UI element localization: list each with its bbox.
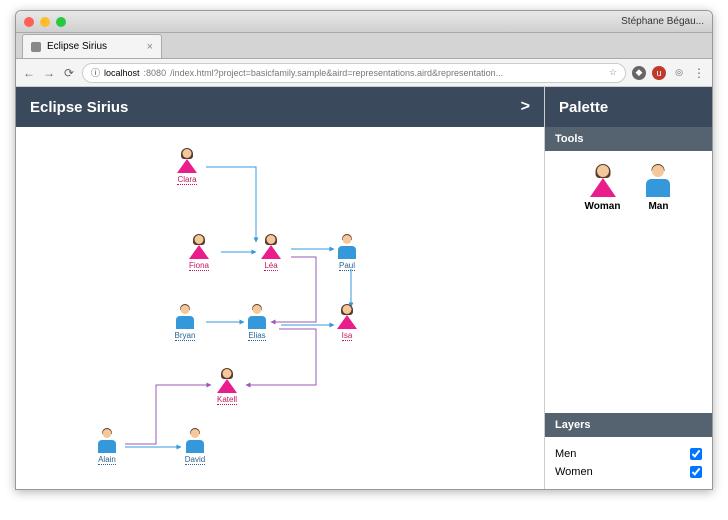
address-bar: ← → ⟳ ⓘ localhost :8080/index.html?projec…: [16, 59, 712, 87]
node-paul[interactable]: Paul: [336, 235, 358, 271]
tools-body: Woman Man: [545, 151, 712, 226]
node-label: Bryan: [175, 331, 196, 341]
tool-woman[interactable]: Woman: [585, 165, 621, 212]
main-header: Eclipse Sirius >: [16, 87, 544, 127]
tool-label: Man: [644, 201, 672, 212]
node-fiona[interactable]: Fiona: [188, 235, 210, 271]
url-port: :8080: [144, 68, 167, 78]
url-path: /index.html?project=basicfamily.sample&a…: [170, 68, 503, 78]
browser-tab[interactable]: Eclipse Sirius ×: [22, 34, 162, 58]
tool-man[interactable]: Man: [644, 165, 672, 212]
info-icon: ⓘ: [91, 66, 100, 79]
node-label: Elias: [248, 331, 265, 341]
node-bryan[interactable]: Bryan: [174, 305, 196, 341]
node-alain[interactable]: Alain: [96, 429, 118, 465]
node-isa[interactable]: Isa: [336, 305, 358, 341]
back-icon[interactable]: ←: [22, 66, 36, 80]
expand-icon[interactable]: >: [521, 98, 530, 116]
extension-icon[interactable]: ◆: [632, 66, 646, 80]
node-elias[interactable]: Elias: [246, 305, 268, 341]
close-icon[interactable]: [24, 17, 34, 27]
titlebar: Stéphane Bégau...: [16, 11, 712, 33]
window-controls: [24, 17, 66, 27]
favicon-icon: [31, 42, 41, 52]
palette-spacer: [545, 226, 712, 413]
minimize-icon[interactable]: [40, 17, 50, 27]
node-label: David: [185, 455, 205, 465]
layer-label: Women: [555, 466, 593, 478]
node-label: Clara: [177, 175, 196, 185]
url-input[interactable]: ⓘ localhost :8080/index.html?project=basi…: [82, 63, 626, 83]
browser-window: Stéphane Bégau... Eclipse Sirius × ← → ⟳…: [15, 10, 713, 490]
node-label: Léa: [264, 261, 277, 271]
node-label: Alain: [98, 455, 116, 465]
menu-icon[interactable]: ⋮: [692, 66, 706, 80]
node-label: Paul: [339, 261, 355, 271]
layer-men: Men: [555, 445, 702, 463]
layer-women: Women: [555, 463, 702, 481]
node-label: Katell: [217, 395, 237, 405]
tool-label: Woman: [585, 201, 621, 212]
node-lea[interactable]: Léa: [260, 235, 282, 271]
main-panel: Eclipse Sirius >: [16, 87, 544, 489]
tab-title: Eclipse Sirius: [47, 41, 107, 52]
palette-panel: Palette Tools Woman Man Layers Men: [544, 87, 712, 489]
forward-icon[interactable]: →: [42, 66, 56, 80]
tab-bar: Eclipse Sirius ×: [16, 33, 712, 59]
reload-icon[interactable]: ⟳: [62, 66, 76, 80]
node-katell[interactable]: Katell: [216, 369, 238, 405]
layer-label: Men: [555, 448, 576, 460]
node-david[interactable]: David: [184, 429, 206, 465]
layer-men-checkbox[interactable]: [690, 448, 702, 460]
palette-header: Palette: [545, 87, 712, 127]
content: Eclipse Sirius >: [16, 87, 712, 489]
app-title: Eclipse Sirius: [30, 99, 128, 116]
url-host: localhost: [104, 68, 140, 78]
node-clara[interactable]: Clara: [176, 149, 198, 185]
diagram-canvas[interactable]: Clara Fiona Léa Paul Bryan: [16, 127, 544, 489]
node-label: Fiona: [189, 261, 209, 271]
adblock-icon[interactable]: u: [652, 66, 666, 80]
tools-section-header: Tools: [545, 127, 712, 151]
layers-section-header: Layers: [545, 413, 712, 437]
close-tab-icon[interactable]: ×: [147, 41, 153, 53]
profile-name[interactable]: Stéphane Bégau...: [621, 16, 704, 27]
extension-icon[interactable]: ◎: [672, 66, 686, 80]
layer-women-checkbox[interactable]: [690, 466, 702, 478]
maximize-icon[interactable]: [56, 17, 66, 27]
star-icon[interactable]: ☆: [609, 67, 617, 78]
node-label: Isa: [342, 331, 353, 341]
layers-body: Men Women: [545, 437, 712, 489]
